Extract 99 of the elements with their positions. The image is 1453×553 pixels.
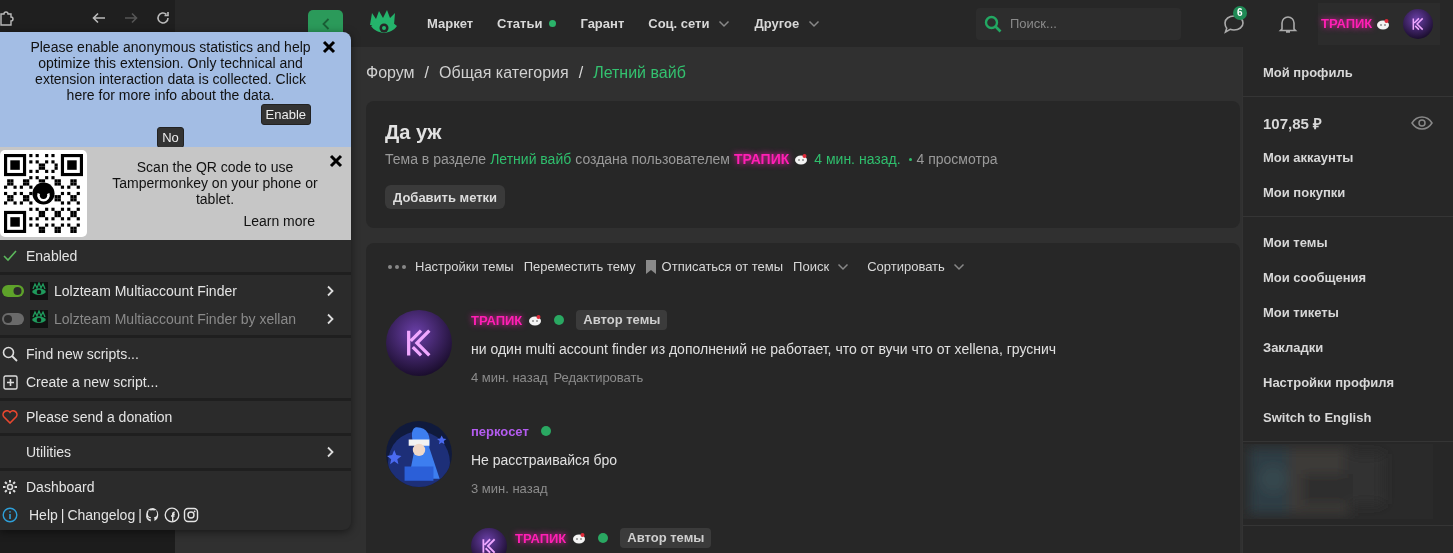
count-badge: 6 (1233, 5, 1247, 20)
user-name[interactable]: ТРАПИК (1321, 16, 1373, 31)
menu-item[interactable]: Dashboard (0, 473, 351, 501)
qr-text: Scan the QR code to use Tampermonkey on your phone or tablet. (111, 158, 319, 207)
footer-link[interactable]: Changelog (67, 507, 136, 523)
menu-link[interactable]: Мои аккаунты (1243, 140, 1453, 175)
close-icon[interactable] (322, 40, 336, 54)
toggle-switch[interactable] (2, 285, 24, 297)
toolbar-link[interactable]: Отписаться от темы (661, 257, 784, 277)
instagram-icon[interactable] (182, 507, 199, 523)
meta-text: создана пользователем (575, 150, 730, 169)
menu-item[interactable]: Create a new script... (0, 368, 351, 396)
search-icon (984, 14, 1002, 33)
separator-text: | (138, 507, 142, 523)
toolbar-link[interactable]: Поиск (793, 257, 830, 277)
notice-text: Please enable anonymous statistics and help optimize this extension. Only technical and extension interaction data is collected. Click here for more info about the data. (30, 39, 311, 103)
breadcrumb-link[interactable]: Форум (366, 62, 415, 84)
nav-link[interactable]: Гарант (580, 16, 625, 31)
menu-link[interactable]: Switch to English (1243, 400, 1453, 435)
dot-icon (908, 157, 912, 161)
no-button[interactable]: No (157, 127, 184, 148)
back-arrow-icon[interactable] (91, 10, 107, 26)
bookmark-icon[interactable] (645, 260, 656, 274)
section-link[interactable]: Летний вайб (490, 149, 572, 169)
menu-link[interactable]: Мои тикеты (1243, 295, 1453, 330)
chevron-down-icon[interactable] (808, 19, 821, 28)
chevron-right-icon[interactable] (325, 446, 335, 458)
balance-amount: 107,85 ₽ (1263, 113, 1323, 133)
author-link[interactable]: ТРАПИК (734, 149, 790, 169)
search-field[interactable]: Поиск... (976, 7, 1181, 40)
post-text: ни один multi account finder из дополнений не работает, что от вучи что от xellena, груснич (471, 340, 1058, 359)
close-icon[interactable] (329, 154, 343, 168)
menu-item[interactable]: Enabled (0, 242, 351, 270)
nav-link[interactable]: Маркет (427, 16, 474, 31)
author-name[interactable]: ТРАПИК (471, 312, 523, 328)
thread-title: Да уж (385, 120, 443, 145)
footer-link[interactable]: Help (29, 507, 58, 523)
menu-link[interactable]: Закладки (1243, 330, 1453, 365)
menu-link[interactable]: Настройки профиля (1243, 365, 1453, 400)
chevron-down-icon[interactable] (837, 263, 850, 271)
avatar (386, 310, 452, 376)
chevron-down-icon[interactable] (952, 263, 965, 271)
search-icon (2, 346, 18, 362)
script-name[interactable]: Lolzteam Multiaccount Finder by xellan (54, 311, 325, 327)
chevron-right-icon[interactable] (325, 285, 335, 297)
toolbar-link[interactable]: Настройки темы (415, 257, 514, 277)
dots-icon[interactable] (388, 265, 406, 269)
sticker-icon (1376, 17, 1391, 30)
chevron-left-icon (321, 17, 330, 30)
menu-item[interactable]: Please send a donation (0, 403, 351, 431)
chevron-right-icon[interactable] (325, 313, 335, 325)
toolbar-link[interactable]: Сортировать (867, 257, 945, 277)
menu-link[interactable]: Мои сообщения (1243, 260, 1453, 295)
bell-icon[interactable] (1278, 13, 1298, 34)
author-badge: Автор темы (620, 528, 712, 548)
post-time: 3 мин. назад (471, 480, 548, 498)
time-link[interactable]: 4 мин. назад. (814, 149, 901, 169)
add-tags-button[interactable]: Добавить метки (385, 185, 506, 209)
facebook-icon[interactable] (163, 507, 180, 523)
puzzle-icon[interactable] (0, 10, 14, 26)
breadcrumb-link[interactable]: Летний вайб (593, 62, 686, 84)
separator-text: | (60, 507, 65, 523)
post-time: 4 мин. назад (471, 369, 548, 387)
breadcrumb-separator: / (424, 63, 430, 83)
eye-logo-icon (30, 282, 48, 300)
user-panel[interactable]: ТРАПИК (1318, 2, 1440, 45)
menu-link[interactable]: Мои покупки (1243, 175, 1453, 210)
breadcrumb-link[interactable]: Общая категория (439, 62, 569, 84)
post-text: Не расстраивайся бро (471, 451, 619, 470)
author-name[interactable]: перкосет (471, 423, 529, 439)
reload-icon[interactable] (155, 10, 171, 26)
heart-icon (2, 410, 18, 424)
github-icon[interactable] (144, 507, 161, 523)
plus-square-icon (2, 374, 18, 390)
eye-icon[interactable] (1411, 115, 1433, 130)
enable-button[interactable]: Enable (260, 104, 311, 125)
learn-more-link[interactable]: Learn more (243, 212, 315, 229)
meta-text: Тема в разделе (385, 150, 487, 169)
menu-link[interactable]: Мои темы (1243, 225, 1453, 260)
edit-link[interactable]: Редактировать (553, 368, 644, 388)
menu-item[interactable]: Utilities (0, 438, 351, 466)
menu-link[interactable]: Мой профиль (1243, 55, 1453, 90)
nav-link[interactable]: Статьи (497, 16, 543, 31)
script-name[interactable]: Lolzteam Multiaccount Finder (54, 283, 325, 299)
info-icon (2, 507, 18, 523)
gear-icon (2, 479, 18, 495)
menu-item[interactable]: Find new scripts... (0, 340, 351, 368)
author-name[interactable]: ТРАПИК (515, 530, 567, 546)
toolbar-link[interactable]: Переместить тему (523, 257, 636, 277)
author-badge: Автор темы (576, 310, 668, 330)
sticker-icon (794, 153, 809, 165)
toggle-switch[interactable] (2, 313, 24, 325)
nav-link[interactable]: Соц. сети (648, 16, 710, 31)
chevron-down-icon[interactable] (718, 19, 731, 28)
views-count: 4 просмотра (916, 150, 998, 169)
avatar (1403, 8, 1433, 39)
nav-link[interactable]: Другое (754, 16, 800, 31)
breadcrumb-separator: / (578, 63, 584, 83)
eye-logo-icon (30, 310, 48, 328)
